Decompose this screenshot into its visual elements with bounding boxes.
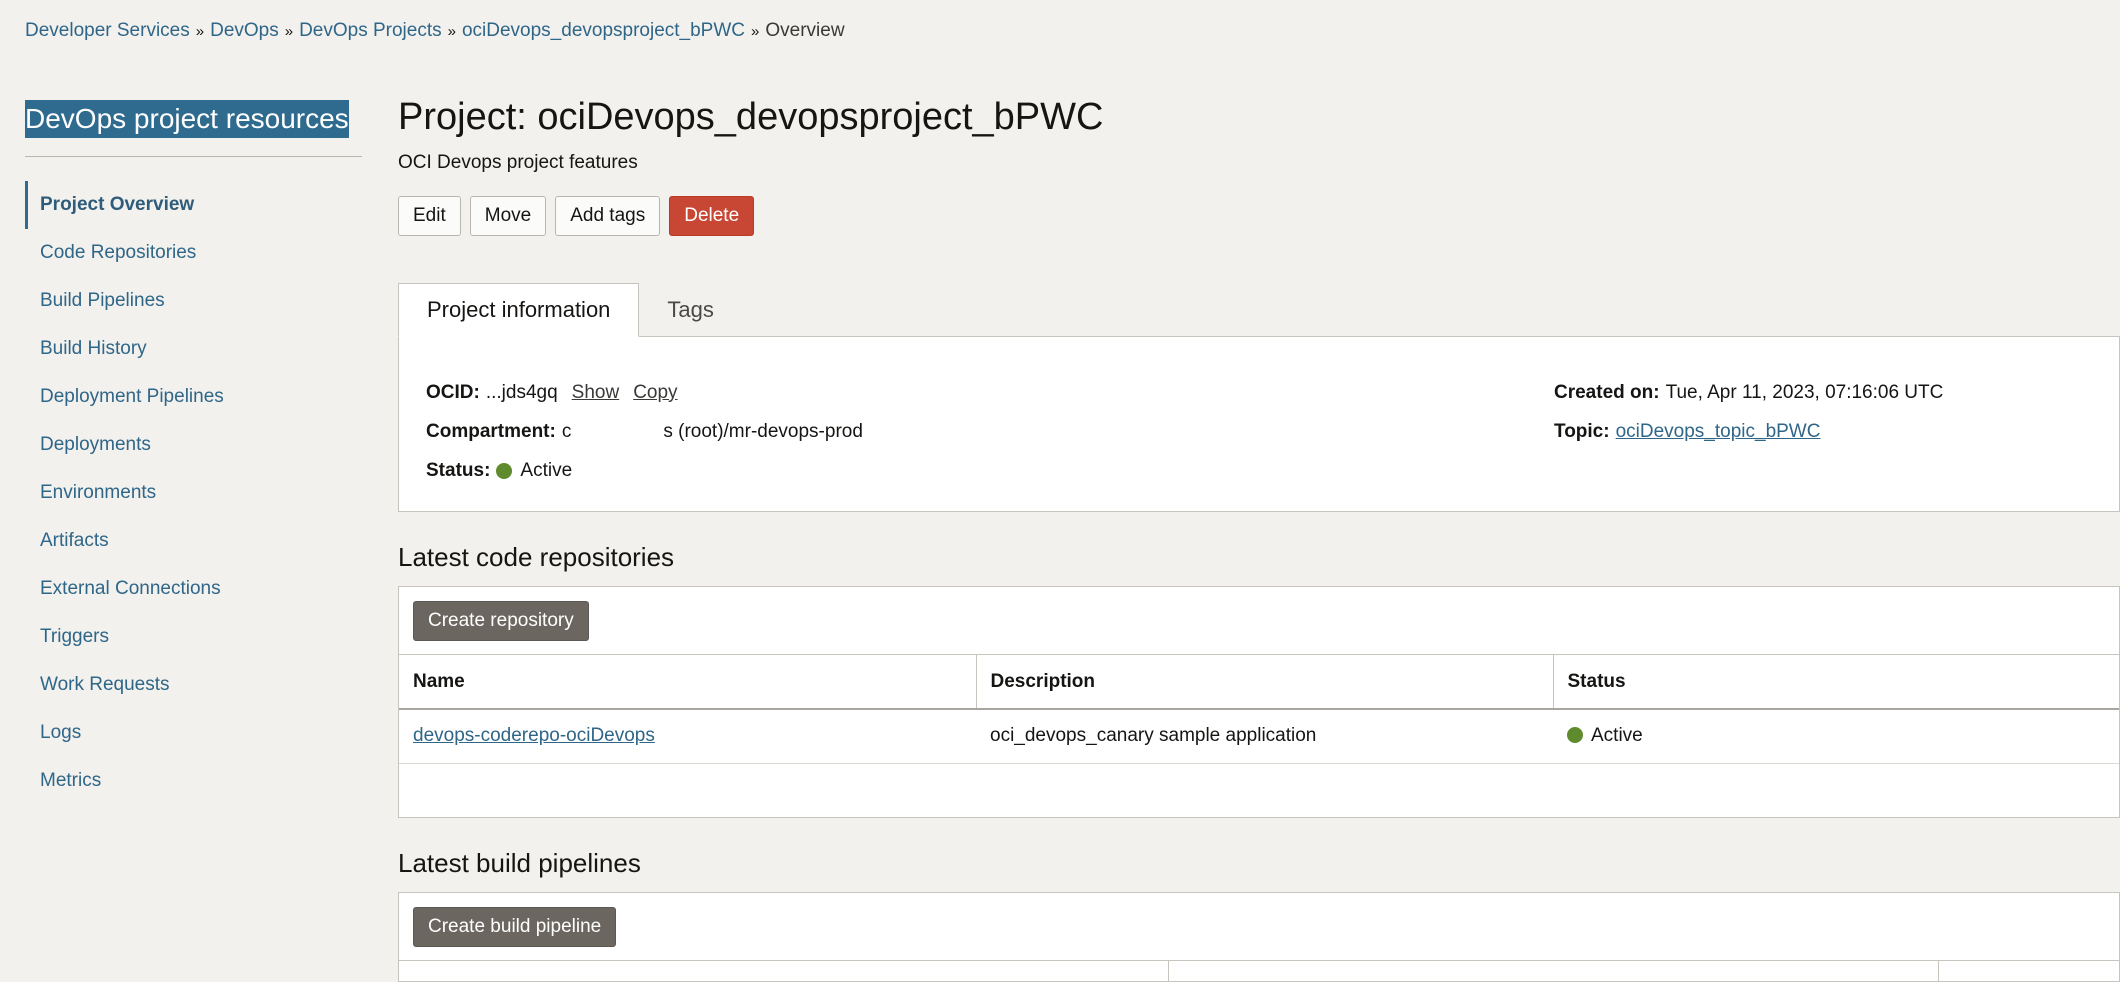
- column-divider: [399, 961, 1169, 981]
- ocid-value: ...jds4gq: [485, 381, 558, 403]
- repo-name-link[interactable]: devops-coderepo-ociDevops: [413, 725, 655, 746]
- project-info-panel: OCID: ...jds4gq Show Copy Compartment: c…: [398, 337, 2120, 512]
- created-label: Created on:: [1554, 381, 1660, 403]
- pipelines-toolbar: Create build pipeline: [399, 893, 2119, 961]
- column-header-name[interactable]: Name: [399, 655, 977, 710]
- breadcrumb-separator: »: [751, 22, 760, 40]
- column-header-description[interactable]: Description: [976, 655, 1554, 710]
- breadcrumb: Developer Services » DevOps » DevOps Pro…: [25, 20, 845, 42]
- main-content: Project: ociDevops_devopsproject_bPWC OC…: [398, 92, 2120, 982]
- repos-card: Create repository Name Description Statu…: [398, 586, 2120, 818]
- edit-button[interactable]: Edit: [398, 196, 461, 236]
- ocid-label: OCID:: [426, 381, 480, 403]
- repos-toolbar: Create repository: [399, 587, 2119, 655]
- sidebar-divider: [25, 156, 362, 157]
- repo-name-cell: devops-coderepo-ociDevops: [399, 709, 976, 764]
- sidebar: DevOps project resources Project Overvie…: [25, 100, 362, 805]
- status-value: Active: [520, 459, 573, 481]
- breadcrumb-separator: »: [195, 22, 205, 40]
- empty-cell: [399, 763, 2119, 817]
- page-title: Project: ociDevops_devopsproject_bPWC: [398, 96, 1104, 138]
- sidebar-item-logs[interactable]: Logs: [25, 709, 362, 757]
- ocid-row: OCID: ...jds4gq Show Copy: [426, 373, 863, 412]
- topic-link[interactable]: ociDevops_topic_bPWC: [1616, 421, 1821, 443]
- repos-section-title: Latest code repositories: [398, 542, 675, 572]
- compartment-label: Compartment:: [426, 420, 556, 442]
- sidebar-item-deployment-pipelines[interactable]: Deployment Pipelines: [25, 373, 362, 421]
- table-header-row: Name Description Status: [399, 655, 2119, 710]
- info-column-right: Created on: Tue, Apr 11, 2023, 07:16:06 …: [1554, 373, 1943, 451]
- sidebar-item-project-overview[interactable]: Project Overview: [25, 181, 362, 229]
- sidebar-item-deployments[interactable]: Deployments: [25, 421, 362, 469]
- pipelines-section-title: Latest build pipelines: [398, 848, 641, 878]
- sidebar-item-artifacts[interactable]: Artifacts: [25, 517, 362, 565]
- topic-row: Topic: ociDevops_topic_bPWC: [1554, 412, 1943, 451]
- tab-tags[interactable]: Tags: [639, 283, 741, 336]
- column-header-status[interactable]: Status: [1553, 655, 2119, 710]
- ocid-show-link[interactable]: Show: [572, 382, 620, 404]
- create-build-pipeline-button[interactable]: Create build pipeline: [413, 906, 617, 947]
- delete-button[interactable]: Delete: [669, 196, 755, 236]
- sidebar-item-triggers[interactable]: Triggers: [25, 613, 362, 661]
- created-value: Tue, Apr 11, 2023, 07:16:06 UTC: [1665, 381, 1944, 403]
- pipelines-card: Create build pipeline: [398, 892, 2120, 982]
- sidebar-item-code-repositories[interactable]: Code Repositories: [25, 229, 362, 277]
- pipelines-table-header: [399, 961, 2119, 981]
- repo-description-cell: oci_devops_canary sample application: [976, 709, 1553, 764]
- ocid-copy-link[interactable]: Copy: [633, 382, 677, 404]
- create-repository-button[interactable]: Create repository: [413, 600, 589, 641]
- add-tags-button[interactable]: Add tags: [555, 196, 661, 236]
- repo-status-cell: Active: [1553, 709, 2119, 764]
- created-row: Created on: Tue, Apr 11, 2023, 07:16:06 …: [1554, 373, 1943, 412]
- status-row: Status: Active: [426, 451, 863, 490]
- page-subtitle: OCI Devops project features: [398, 152, 638, 173]
- tab-bar: Project information Tags: [398, 283, 2120, 337]
- compartment-prefix: c: [561, 420, 572, 442]
- sidebar-item-work-requests[interactable]: Work Requests: [25, 661, 362, 709]
- compartment-value: s (root)/mr-devops-prod: [663, 420, 863, 442]
- breadcrumb-devops[interactable]: DevOps: [210, 20, 279, 42]
- status-active-icon: [496, 462, 513, 479]
- info-column-left: OCID: ...jds4gq Show Copy Compartment: c…: [426, 373, 863, 490]
- breadcrumb-devops-projects[interactable]: DevOps Projects: [299, 20, 442, 42]
- breadcrumb-current: Overview: [765, 20, 845, 41]
- sidebar-nav: Project Overview Code Repositories Build…: [25, 181, 362, 805]
- status-label: Status:: [426, 459, 491, 481]
- breadcrumb-separator: »: [447, 22, 456, 40]
- sidebar-item-metrics[interactable]: Metrics: [25, 757, 362, 805]
- status-active-icon: [1567, 727, 1583, 744]
- table-row: devops-coderepo-ociDevops oci_devops_can…: [399, 709, 2119, 764]
- compartment-row: Compartment: c s (root)/mr-devops-prod: [426, 412, 863, 451]
- redacted-mask: [571, 421, 664, 442]
- sidebar-item-environments[interactable]: Environments: [25, 469, 362, 517]
- breadcrumb-separator: »: [284, 22, 294, 40]
- sidebar-item-external-connections[interactable]: External Connections: [25, 565, 362, 613]
- topic-label: Topic:: [1554, 420, 1610, 442]
- sidebar-item-build-history[interactable]: Build History: [25, 325, 362, 373]
- repos-table: Name Description Status devops-coderepo-…: [399, 655, 2119, 817]
- column-divider: [1169, 961, 1939, 981]
- action-bar: Edit Move Add tags Delete: [398, 196, 2120, 236]
- repo-status-value: Active: [1591, 725, 1643, 747]
- tab-project-information[interactable]: Project information: [398, 283, 640, 337]
- breadcrumb-developer-services[interactable]: Developer Services: [25, 20, 190, 42]
- sidebar-item-build-pipelines[interactable]: Build Pipelines: [25, 277, 362, 325]
- move-button[interactable]: Move: [469, 196, 547, 236]
- breadcrumb-project[interactable]: ociDevops_devopsproject_bPWC: [462, 20, 745, 42]
- sidebar-title: DevOps project resources: [25, 100, 349, 138]
- table-empty-row: [399, 763, 2119, 817]
